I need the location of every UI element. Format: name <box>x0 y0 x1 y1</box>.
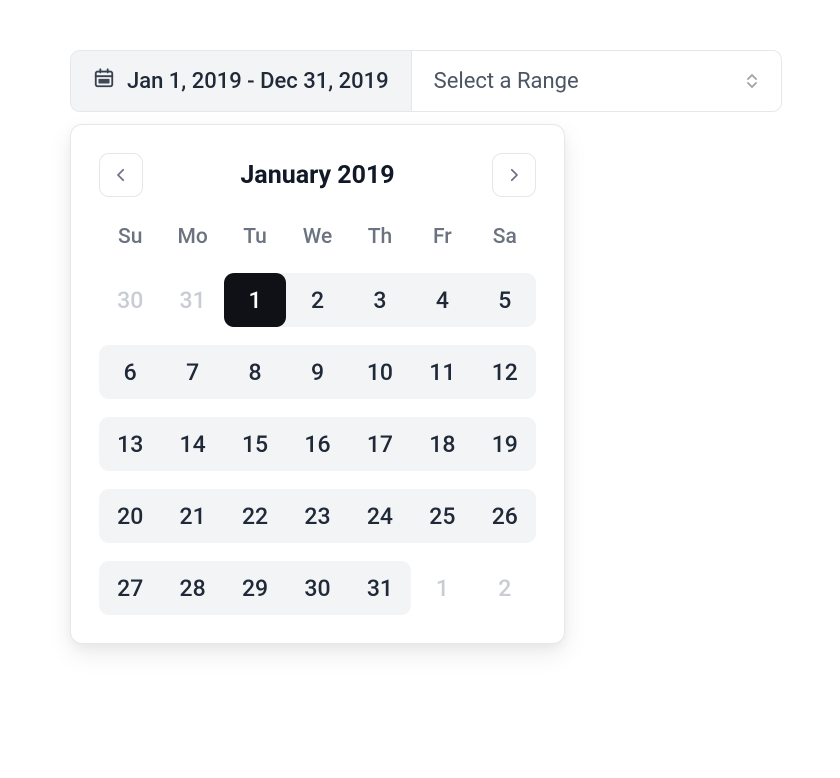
day-cell[interactable]: 20 <box>99 489 161 543</box>
day-cell[interactable]: 18 <box>411 417 473 471</box>
weekday-label: Su <box>99 225 161 255</box>
day-cell[interactable]: 5 <box>474 273 536 327</box>
select-chevrons-icon <box>745 73 759 89</box>
day-cell[interactable]: 30 <box>286 561 348 615</box>
day-cell[interactable]: 16 <box>286 417 348 471</box>
day-cell[interactable]: 19 <box>474 417 536 471</box>
weekday-label: Fr <box>411 225 473 255</box>
weekday-label: Th <box>349 225 411 255</box>
weekday-label: Mo <box>161 225 223 255</box>
day-cell[interactable]: 24 <box>349 489 411 543</box>
range-select-label: Select a Range <box>434 69 579 94</box>
day-cell[interactable]: 11 <box>411 345 473 399</box>
day-cell[interactable]: 15 <box>224 417 286 471</box>
prev-month-button[interactable] <box>99 153 143 197</box>
selected-day[interactable]: 1 <box>224 273 286 327</box>
day-cell[interactable]: 13 <box>99 417 161 471</box>
date-range-text: Jan 1, 2019 - Dec 31, 2019 <box>127 69 389 94</box>
calendar-grid: SuMoTuWeThFrSa30311234567891011121314151… <box>99 225 536 615</box>
weekday-label: Tu <box>224 225 286 255</box>
calendar-popover: January 2019 SuMoTuWeThFrSa3031123456789… <box>70 124 565 644</box>
day-cell[interactable]: 31 <box>349 561 411 615</box>
calendar-month-title: January 2019 <box>240 161 394 190</box>
day-cell: 30 <box>99 273 161 327</box>
weekday-label: Sa <box>474 225 536 255</box>
day-cell: 31 <box>161 273 223 327</box>
day-cell[interactable]: 28 <box>161 561 223 615</box>
day-cell[interactable]: 1 <box>224 273 286 327</box>
day-cell[interactable]: 12 <box>474 345 536 399</box>
day-cell[interactable]: 14 <box>161 417 223 471</box>
day-cell[interactable]: 17 <box>349 417 411 471</box>
range-select-dropdown[interactable]: Select a Range <box>412 51 781 111</box>
day-cell: 1 <box>411 561 473 615</box>
calendar-header: January 2019 <box>99 153 536 197</box>
date-range-display[interactable]: Jan 1, 2019 - Dec 31, 2019 <box>71 51 412 111</box>
day-cell[interactable]: 26 <box>474 489 536 543</box>
day-cell[interactable]: 21 <box>161 489 223 543</box>
date-range-bar: Jan 1, 2019 - Dec 31, 2019 Select a Rang… <box>70 50 782 112</box>
day-cell[interactable]: 10 <box>349 345 411 399</box>
next-month-button[interactable] <box>492 153 536 197</box>
calendar-icon <box>93 67 115 95</box>
day-cell[interactable]: 27 <box>99 561 161 615</box>
day-cell: 2 <box>474 561 536 615</box>
day-cell[interactable]: 8 <box>224 345 286 399</box>
day-cell[interactable]: 25 <box>411 489 473 543</box>
day-cell[interactable]: 3 <box>349 273 411 327</box>
day-cell[interactable]: 23 <box>286 489 348 543</box>
day-cell[interactable]: 29 <box>224 561 286 615</box>
day-cell[interactable]: 7 <box>161 345 223 399</box>
day-cell[interactable]: 22 <box>224 489 286 543</box>
day-cell[interactable]: 9 <box>286 345 348 399</box>
day-cell[interactable]: 4 <box>411 273 473 327</box>
weekday-label: We <box>286 225 348 255</box>
day-cell[interactable]: 6 <box>99 345 161 399</box>
day-cell[interactable]: 2 <box>286 273 348 327</box>
